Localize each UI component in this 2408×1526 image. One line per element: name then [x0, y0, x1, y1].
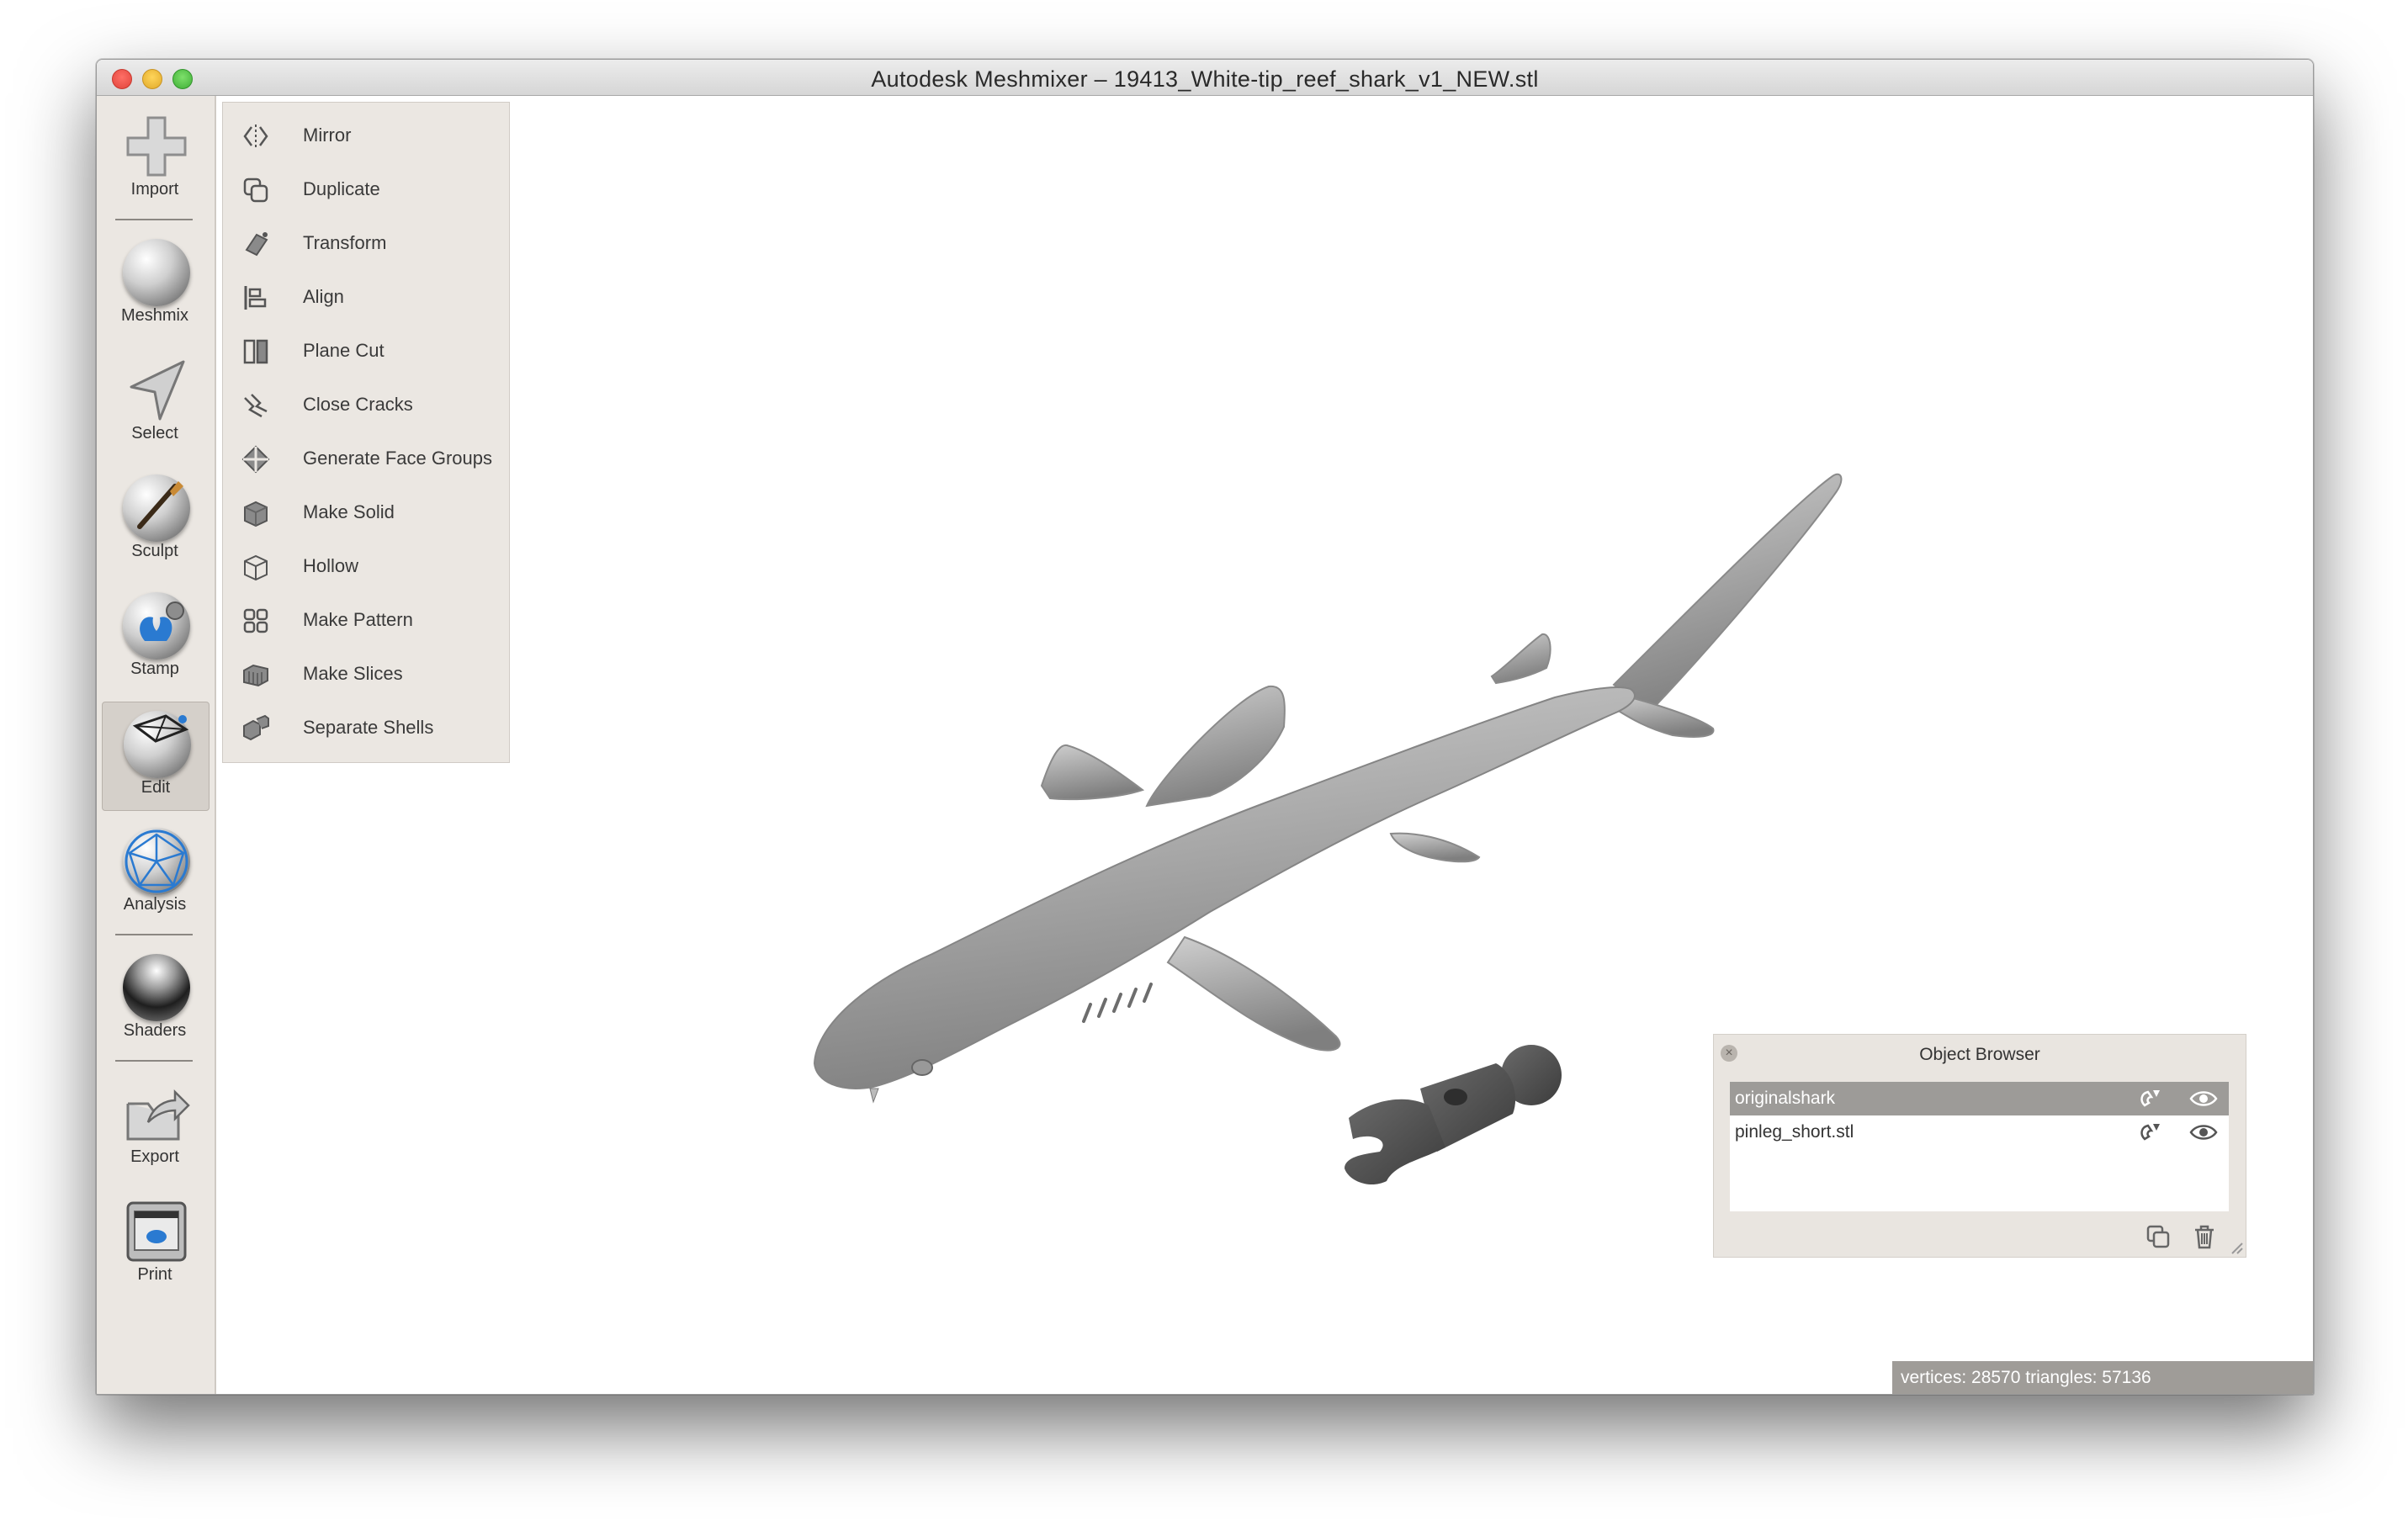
object-browser-title: Object Browser — [1919, 1045, 2040, 1064]
transform-icon — [245, 232, 268, 257]
resize-grip-icon[interactable] — [2229, 1240, 2244, 1255]
menu-item-label: Separate Shells — [303, 717, 434, 738]
menu-item-label: Transform — [303, 232, 387, 253]
duplicate-icon — [243, 178, 268, 203]
hollow-icon — [244, 554, 268, 581]
tool-print[interactable]: Print — [102, 1190, 208, 1297]
make-slices-icon — [243, 664, 268, 687]
edit-icon — [124, 711, 191, 778]
eye-icon[interactable] — [2188, 1121, 2219, 1144]
tool-select-label: Select — [131, 424, 178, 442]
menu-item-duplicate[interactable]: Duplicate — [223, 162, 509, 216]
shaders-sphere-icon — [123, 954, 190, 1021]
menu-item-make-slices[interactable]: Make Slices — [223, 647, 509, 701]
tool-shaders-label: Shaders — [123, 1021, 187, 1040]
menu-item-generate-face-groups[interactable]: Generate Face Groups — [223, 432, 509, 485]
plus-icon — [126, 116, 187, 177]
menu-item-separate-shells[interactable]: Separate Shells — [223, 701, 509, 755]
tool-analysis-label: Analysis — [123, 895, 187, 914]
tool-stamp-label: Stamp — [130, 660, 179, 678]
mesh-stats: vertices: 28570 triangles: 57136 — [1901, 1368, 2151, 1387]
object-name: pinleg_short.stl — [1735, 1122, 1854, 1142]
edit-menu: Mirror Duplicate Transform Align Plane C… — [222, 102, 510, 763]
plane-cut-icon — [243, 339, 268, 364]
tool-shaders[interactable]: Shaders — [102, 946, 208, 1053]
meshmix-face-icon — [123, 239, 190, 306]
toolbar-divider — [115, 219, 193, 220]
tool-meshmix-label: Meshmix — [120, 306, 188, 325]
separate-shells-icon — [243, 714, 269, 741]
tool-sculpt[interactable]: Sculpt — [102, 466, 208, 574]
toolbar-divider — [115, 934, 193, 935]
make-pattern-icon — [243, 608, 268, 633]
tool-import[interactable]: Import — [102, 104, 208, 212]
face-groups-icon — [241, 445, 270, 474]
stamp-icon — [123, 592, 190, 660]
menu-item-label: Duplicate — [303, 178, 380, 199]
eye-icon[interactable] — [2188, 1087, 2219, 1110]
tool-select[interactable]: Select — [102, 348, 208, 456]
select-arrow-icon — [130, 360, 185, 421]
shark-model[interactable] — [813, 473, 1843, 1104]
menu-item-label: Close Cracks — [303, 394, 413, 415]
trash-icon[interactable] — [2191, 1223, 2218, 1250]
object-browser-panel: × Object Browser originalshark pinleg_sh… — [1713, 1034, 2246, 1258]
menu-item-label: Make Solid — [303, 501, 395, 522]
menu-item-label: Hollow — [303, 555, 359, 576]
mirror-icon — [243, 125, 268, 148]
menu-item-label: Generate Face Groups — [303, 448, 493, 469]
menu-item-align[interactable]: Align — [223, 270, 509, 324]
magnet-icon[interactable] — [2138, 1121, 2163, 1144]
analysis-icon — [123, 828, 190, 895]
menu-item-mirror[interactable]: Mirror — [223, 109, 509, 162]
tool-edit-label: Edit — [141, 778, 171, 797]
duplicate-object-icon[interactable] — [2145, 1223, 2172, 1250]
menu-item-make-pattern[interactable]: Make Pattern — [223, 593, 509, 647]
menu-item-transform[interactable]: Transform — [223, 216, 509, 270]
tool-print-label: Print — [137, 1265, 172, 1284]
menu-item-label: Make Slices — [303, 663, 403, 684]
main-toolbar: Import Meshmix Select Sculpt Stamp Edit … — [97, 96, 216, 1394]
print-icon — [126, 1201, 187, 1262]
menu-item-close-cracks[interactable]: Close Cracks — [223, 378, 509, 432]
tool-sculpt-label: Sculpt — [131, 542, 178, 560]
menu-item-label: Align — [303, 286, 344, 307]
menu-item-label: Make Pattern — [303, 609, 413, 630]
menu-item-plane-cut[interactable]: Plane Cut — [223, 324, 509, 378]
menu-item-label: Plane Cut — [303, 340, 385, 361]
menu-item-make-solid[interactable]: Make Solid — [223, 485, 509, 539]
tool-export-label: Export — [130, 1147, 179, 1166]
object-name: originalshark — [1735, 1089, 1836, 1108]
app-window: Autodesk Meshmixer – 19413_White-tip_ree… — [96, 59, 2314, 1395]
tool-meshmix[interactable]: Meshmix — [102, 230, 208, 338]
export-icon — [126, 1089, 190, 1141]
tool-import-label: Import — [130, 180, 179, 199]
sculpt-brush-icon — [123, 474, 190, 542]
magnet-icon[interactable] — [2138, 1087, 2163, 1110]
close-cracks-icon — [244, 394, 268, 418]
window-title: Autodesk Meshmixer – 19413_White-tip_ree… — [871, 66, 1539, 92]
tool-analysis[interactable]: Analysis — [102, 819, 208, 927]
toolbar-divider — [115, 1060, 193, 1062]
title-bar: Autodesk Meshmixer – 19413_White-tip_ree… — [97, 60, 2313, 96]
menu-item-label: Mirror — [303, 125, 352, 146]
tool-stamp[interactable]: Stamp — [102, 584, 208, 691]
make-solid-icon — [244, 501, 268, 527]
object-row-originalshark[interactable]: originalshark — [1730, 1082, 2229, 1115]
align-icon — [244, 286, 267, 310]
object-list: originalshark pinleg_short.stl — [1730, 1082, 2229, 1211]
object-row-pinleg[interactable]: pinleg_short.stl — [1730, 1115, 2229, 1149]
status-bar: vertices: 28570 triangles: 57136 — [1892, 1361, 2313, 1394]
tool-edit[interactable]: Edit — [102, 702, 210, 811]
pinleg-model[interactable] — [1345, 1045, 1562, 1185]
menu-item-hollow[interactable]: Hollow — [223, 539, 509, 593]
tool-export[interactable]: Export — [102, 1072, 208, 1179]
